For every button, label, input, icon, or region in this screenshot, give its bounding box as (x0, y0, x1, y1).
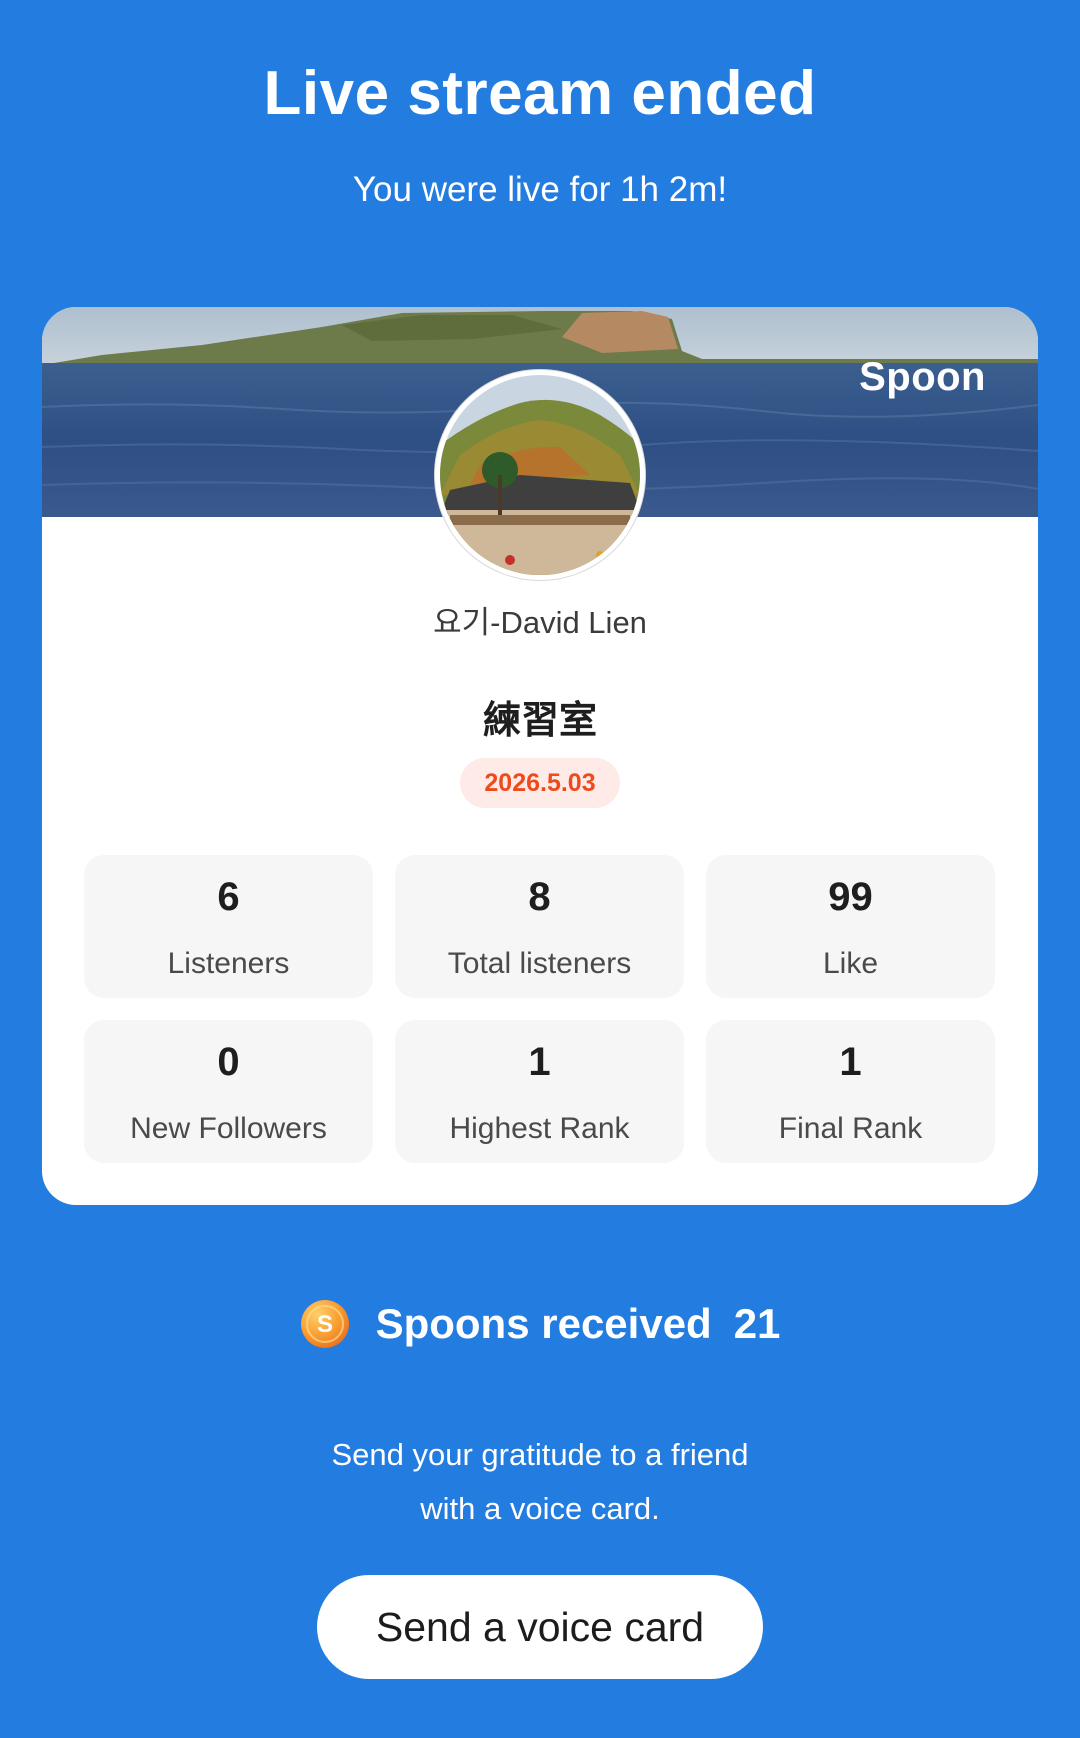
stat-value: 0 (217, 1040, 240, 1084)
stat-new-followers: 0 New Followers (84, 1020, 373, 1163)
stat-label: Highest Rank (449, 1112, 630, 1145)
stat-total-listeners: 8 Total listeners (395, 855, 684, 998)
spoons-received-count: 21 (733, 1300, 781, 1347)
spoons-received-row: S Spoons received 21 (0, 1296, 1080, 1352)
stat-label: Total listeners (447, 947, 632, 980)
voice-card-prompt-line2: with a voice card. (420, 1491, 660, 1526)
stat-likes: 99 Like (706, 855, 995, 998)
stat-label: Listeners (167, 947, 290, 980)
spoons-received-label: Spoons received (375, 1300, 712, 1347)
voice-card-prompt: Send your gratitude to a friend with a v… (0, 1428, 1080, 1536)
spoon-logo: Spoon (859, 355, 986, 399)
stat-value: 6 (217, 875, 240, 919)
stat-highest-rank: 1 Highest Rank (395, 1020, 684, 1163)
stat-value: 1 (839, 1040, 862, 1084)
stats-grid: 6 Listeners 8 Total listeners 99 Like 0 … (84, 855, 996, 1163)
host-name: 요기-David Lien (433, 605, 647, 640)
svg-text:S: S (317, 1311, 333, 1338)
stat-label: Final Rank (778, 1112, 923, 1145)
live-duration-text: You were live for 1h 2m! (352, 170, 728, 209)
stream-summary-card: Spoon 요기-David Lien 練習室 2026.5.03 6 List… (42, 307, 1038, 1205)
room-title: 練習室 (482, 700, 597, 742)
stat-value: 8 (528, 875, 551, 919)
stat-value: 99 (828, 875, 873, 919)
send-voice-card-button[interactable]: Send a voice card (317, 1575, 763, 1679)
stat-value: 1 (528, 1040, 551, 1084)
stat-label: Like (822, 947, 879, 980)
voice-card-prompt-line1: Send your gratitude to a friend (331, 1437, 749, 1472)
spoon-coin-icon: S (300, 1300, 349, 1348)
host-avatar (435, 370, 645, 580)
page-title: Live stream ended (263, 59, 817, 128)
stat-label: New Followers (130, 1112, 327, 1145)
stat-final-rank: 1 Final Rank (706, 1020, 995, 1163)
stat-listeners: 6 Listeners (84, 855, 373, 998)
date-badge: 2026.5.03 (460, 758, 620, 808)
